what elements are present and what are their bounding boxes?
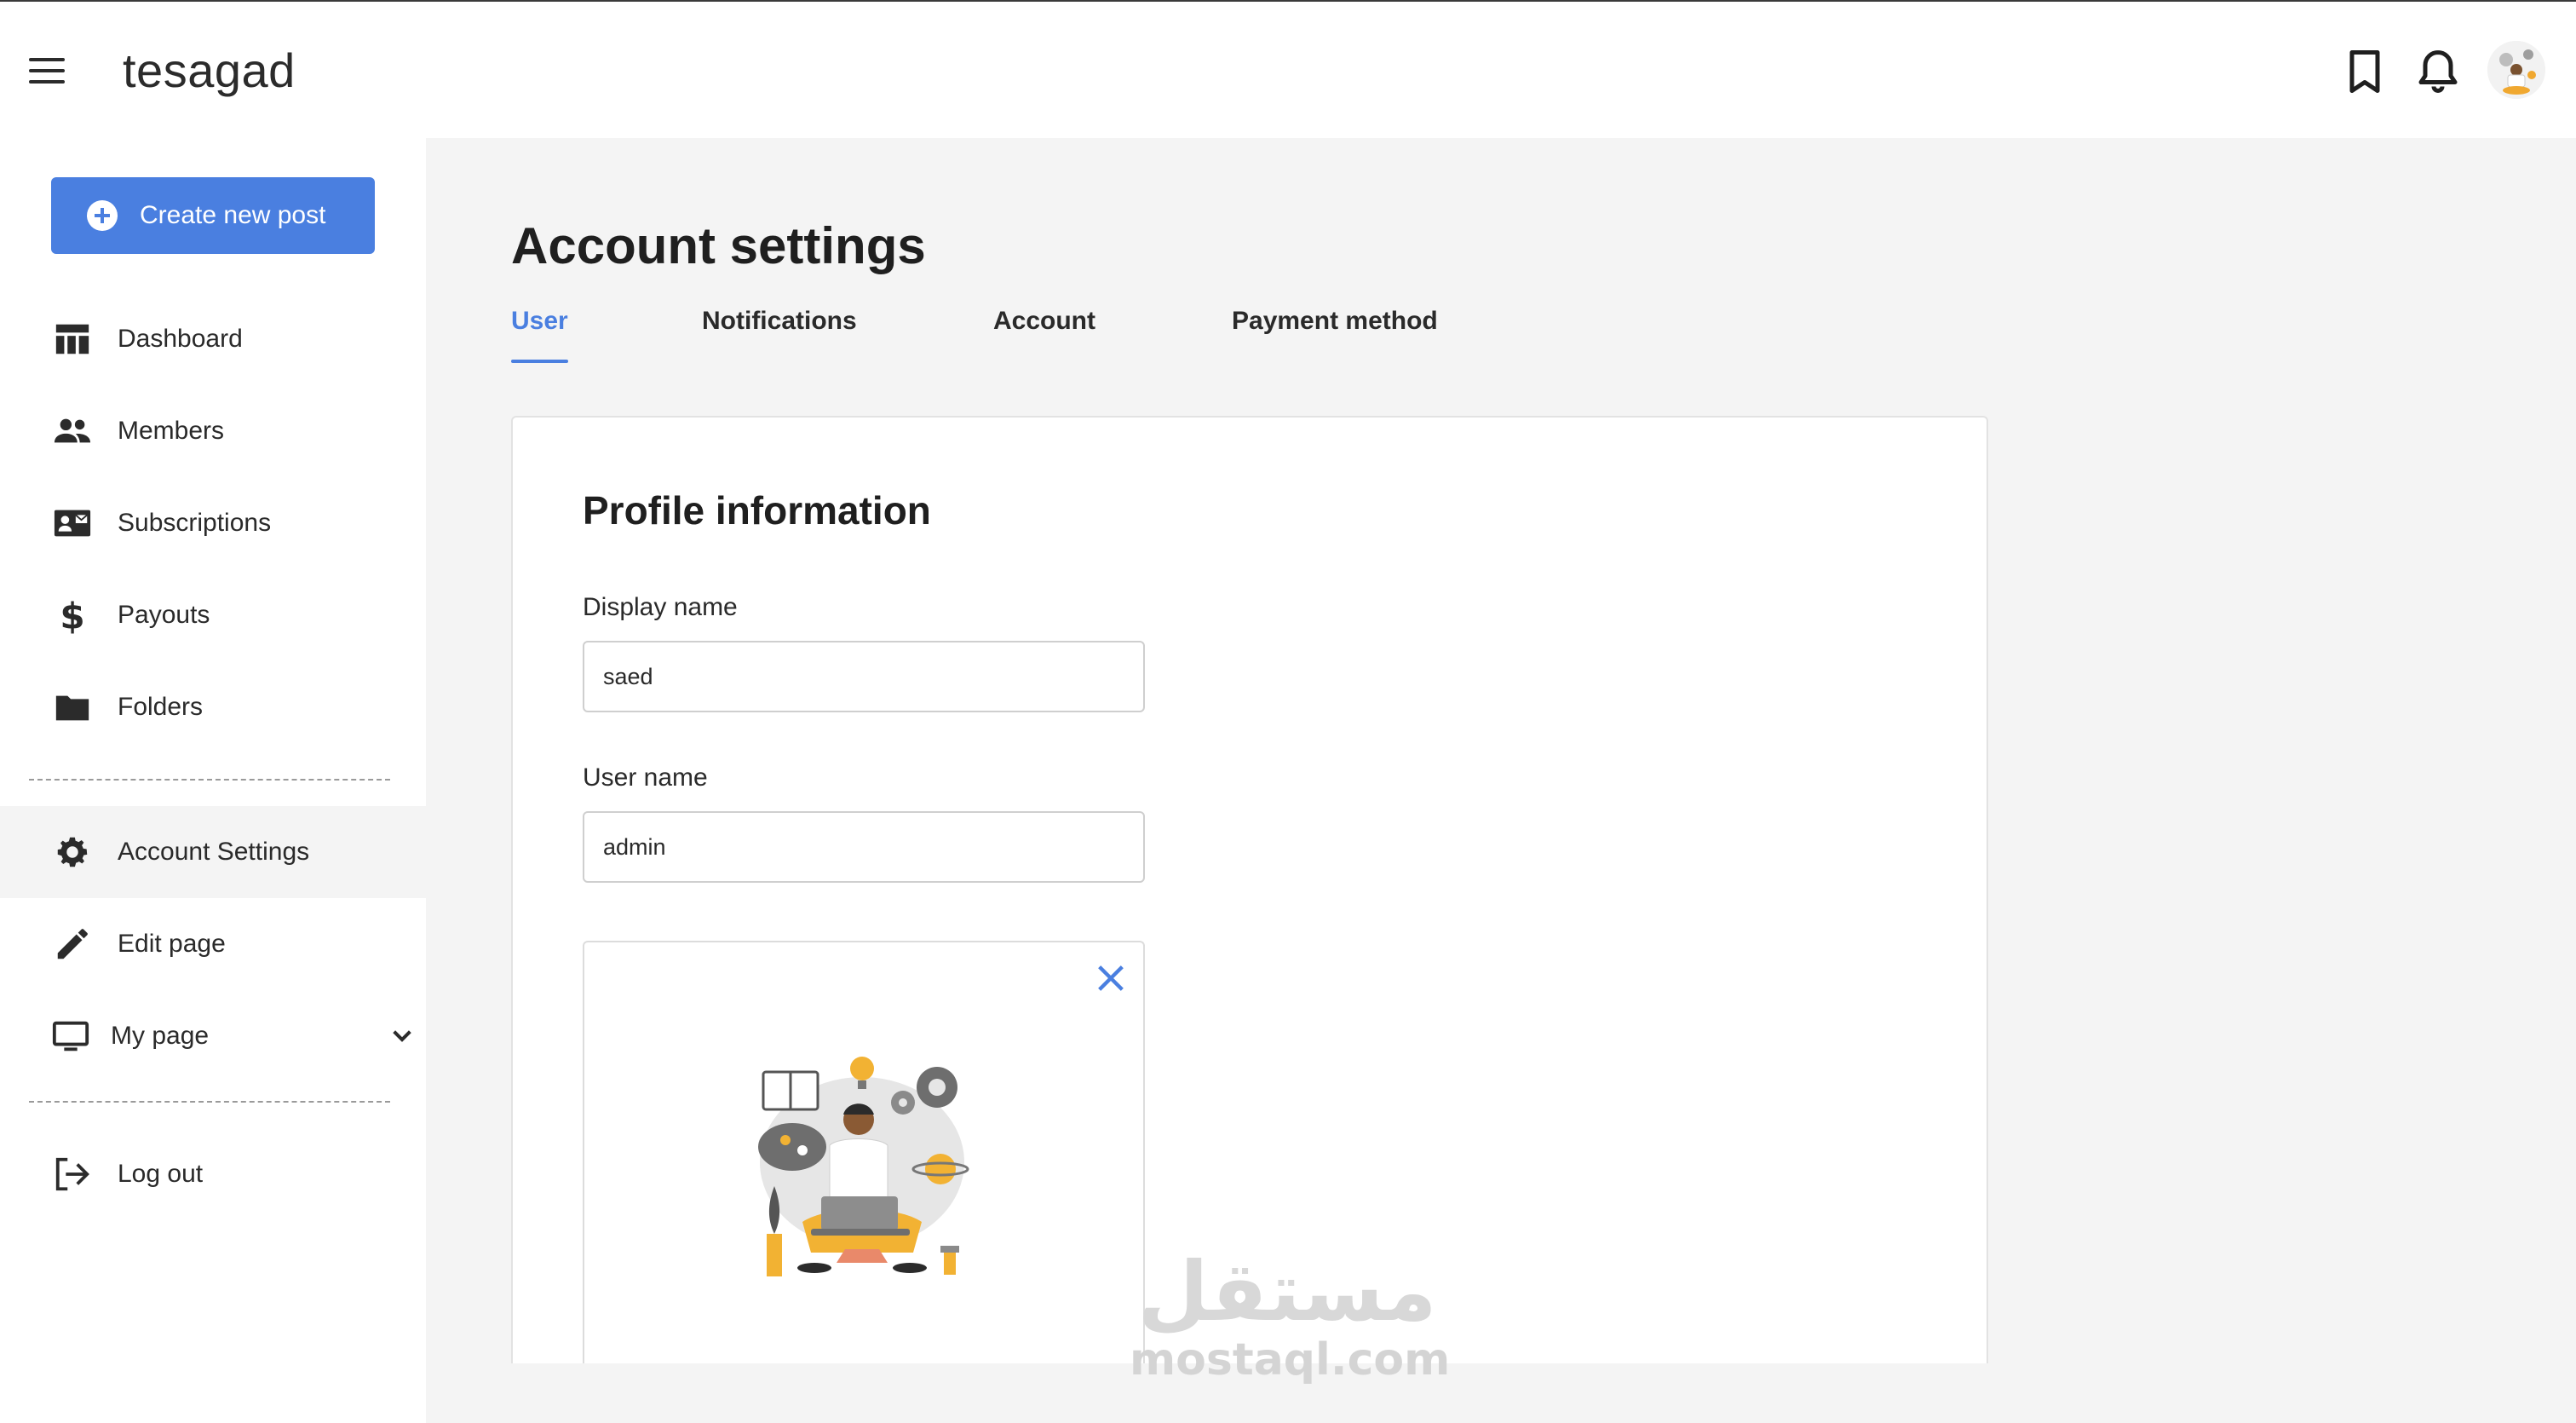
tab-user[interactable]: User (511, 307, 568, 366)
bottom-strip (426, 1363, 2576, 1423)
profile-illustration (751, 1051, 973, 1290)
dollar-icon: $ (53, 596, 92, 635)
username-label: User name (583, 763, 708, 792)
sidebar-item-label: Edit page (118, 930, 226, 958)
sidebar-item-label: Subscriptions (118, 509, 272, 537)
sidebar-divider (29, 779, 390, 781)
close-icon[interactable] (1094, 961, 1128, 995)
sidebar-item-edit-page[interactable]: Edit page (0, 898, 426, 990)
create-new-post-label: Create new post (140, 201, 326, 229)
sidebar-item-members[interactable]: Members (0, 385, 426, 477)
tab-notifications[interactable]: Notifications (702, 307, 857, 366)
sidebar-item-my-page[interactable]: My page (0, 990, 426, 1082)
gear-icon (53, 832, 92, 872)
create-new-post-button[interactable]: Create new post (51, 177, 375, 254)
sidebar-item-label: Log out (118, 1160, 204, 1188)
sidebar-item-label: Account Settings (118, 838, 310, 866)
sidebar-item-account-settings[interactable]: Account Settings (0, 806, 426, 898)
logout-icon (53, 1155, 92, 1194)
tab-account[interactable]: Account (993, 307, 1095, 366)
watermark-arabic: مستقل (1137, 1244, 1437, 1339)
sidebar-item-label: Payouts (118, 601, 210, 629)
watermark: مستقل mostaql.com (1130, 1244, 1451, 1394)
sidebar: Create new post Dashboard Members Subscr… (0, 138, 426, 1423)
folder-icon (53, 688, 92, 727)
chevron-down-icon[interactable] (388, 1023, 416, 1050)
user-avatar[interactable] (2487, 41, 2545, 99)
sidebar-item-label: Dashboard (118, 325, 243, 353)
members-icon (53, 412, 92, 451)
profile-image-box (583, 941, 1145, 1423)
svg-text:$: $ (60, 596, 84, 635)
monitor-icon (51, 1017, 90, 1056)
brand-logo[interactable]: tesagad (123, 43, 296, 98)
sidebar-item-folders[interactable]: Folders (0, 661, 426, 753)
sidebar-item-subscriptions[interactable]: Subscriptions (0, 477, 426, 569)
sidebar-item-label: Members (118, 417, 225, 445)
page-title: Account settings (511, 217, 926, 274)
bookmark-icon[interactable] (2339, 46, 2390, 97)
username-input[interactable] (583, 811, 1145, 883)
sidebar-divider (29, 1101, 390, 1103)
sidebar-item-label: My page (111, 1022, 210, 1050)
sidebar-item-dashboard[interactable]: Dashboard (0, 293, 426, 385)
plus-circle-icon (87, 200, 118, 231)
tab-payment-method[interactable]: Payment method (1232, 307, 1438, 366)
watermark-latin: mostaql.com (1130, 1334, 1451, 1386)
top-header: tesagad (0, 2, 2576, 138)
sidebar-item-payouts[interactable]: $ Payouts (0, 569, 426, 661)
dashboard-icon (53, 320, 92, 359)
pencil-icon (53, 925, 92, 964)
display-name-input[interactable] (583, 641, 1145, 712)
bell-icon[interactable] (2412, 46, 2464, 97)
main-content: Account settings User Notifications Acco… (426, 138, 2576, 1423)
menu-icon[interactable] (29, 58, 65, 84)
sidebar-item-label: Folders (118, 693, 204, 721)
subscriptions-icon (53, 504, 92, 543)
display-name-label: Display name (583, 593, 738, 621)
sidebar-item-log-out[interactable]: Log out (0, 1128, 426, 1220)
card-title: Profile information (583, 488, 931, 533)
